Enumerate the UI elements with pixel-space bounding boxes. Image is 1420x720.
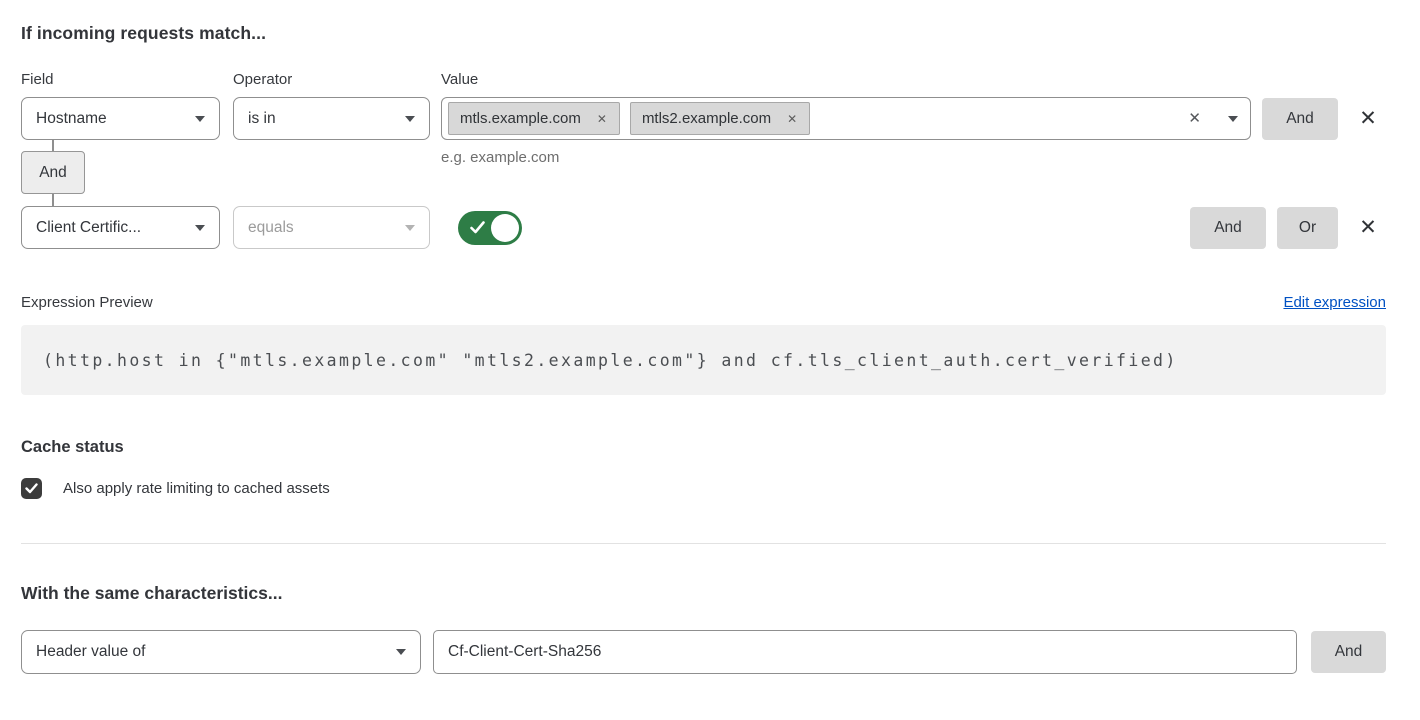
tag-remove-icon[interactable]: ✕ (594, 110, 610, 128)
caret-down-icon[interactable] (1228, 116, 1238, 122)
check-icon (25, 483, 38, 494)
rule-builder-page: If incoming requests match... Field Oper… (0, 0, 1420, 674)
column-labels: Field Operator Value (21, 71, 1386, 88)
field-select-1-value: Hostname (36, 110, 107, 128)
characteristic-select[interactable]: Header value of (21, 630, 421, 674)
value-tags: mtls.example.com ✕ mtls2.example.com ✕ (448, 102, 1176, 135)
section-divider (21, 543, 1386, 544)
add-and-condition-button-1[interactable]: And (1262, 98, 1338, 140)
operator-select-2-value: equals (248, 219, 294, 237)
expression-code-block: (http.host in {"mtls.example.com" "mtls2… (21, 325, 1386, 395)
field-select-1[interactable]: Hostname (21, 97, 220, 140)
add-and-condition-button-2[interactable]: And (1190, 207, 1266, 249)
condition-connector: And e.g. example.com (21, 140, 1386, 206)
characteristics-row: Header value of And (21, 630, 1386, 674)
cache-checkbox-label: Also apply rate limiting to cached asset… (63, 480, 330, 497)
expression-code: (http.host in {"mtls.example.com" "mtls2… (43, 351, 1178, 370)
value-helper-text: e.g. example.com (441, 149, 559, 166)
tag-remove-icon[interactable]: ✕ (784, 110, 800, 128)
toggle-knob (491, 214, 519, 242)
value-tag-text: mtls.example.com (460, 110, 581, 127)
edit-expression-link[interactable]: Edit expression (1283, 294, 1386, 311)
operator-select-2: equals (233, 206, 430, 249)
field-select-2-value: Client Certific... (36, 219, 141, 237)
remove-condition-icon-1[interactable]: ✕ (1350, 97, 1386, 140)
clear-values-icon[interactable]: ✕ (1188, 111, 1201, 126)
caret-down-icon (405, 225, 415, 231)
operator-column-label: Operator (233, 71, 441, 88)
operator-select-1[interactable]: is in (233, 97, 430, 140)
field-column-label: Field (21, 71, 233, 88)
add-characteristic-button[interactable]: And (1311, 631, 1386, 673)
value-column-label: Value (441, 71, 478, 88)
condition-row-2: Client Certific... equals And Or ✕ (21, 206, 1386, 249)
expression-preview-header: Expression Preview Edit expression (21, 294, 1386, 311)
value-tag: mtls2.example.com ✕ (630, 102, 810, 135)
value-tag: mtls.example.com ✕ (448, 102, 620, 135)
cache-checkbox-row: Also apply rate limiting to cached asset… (21, 478, 1386, 499)
cache-status-title: Cache status (21, 438, 1386, 457)
connector-and-button[interactable]: And (21, 151, 85, 194)
remove-condition-icon-2[interactable]: ✕ (1350, 206, 1386, 249)
add-or-condition-button-2[interactable]: Or (1277, 207, 1338, 249)
check-icon (470, 221, 485, 234)
condition-row-1: Hostname is in mtls.example.com ✕ mtls2.… (21, 97, 1386, 140)
match-section-title: If incoming requests match... (21, 23, 1386, 44)
cache-checkbox[interactable] (21, 478, 42, 499)
operator-select-1-value: is in (248, 110, 276, 128)
caret-down-icon (405, 116, 415, 122)
characteristics-title: With the same characteristics... (21, 583, 1386, 604)
caret-down-icon (195, 225, 205, 231)
field-select-2[interactable]: Client Certific... (21, 206, 220, 249)
value-box-controls: ✕ (1188, 111, 1238, 126)
cert-verified-toggle[interactable] (458, 211, 522, 245)
value-multiselect-1[interactable]: mtls.example.com ✕ mtls2.example.com ✕ ✕ (441, 97, 1251, 140)
header-name-input[interactable] (433, 630, 1297, 674)
caret-down-icon (396, 649, 406, 655)
value-tag-text: mtls2.example.com (642, 110, 771, 127)
expression-preview-label: Expression Preview (21, 294, 153, 311)
caret-down-icon (195, 116, 205, 122)
characteristic-select-value: Header value of (36, 643, 145, 661)
